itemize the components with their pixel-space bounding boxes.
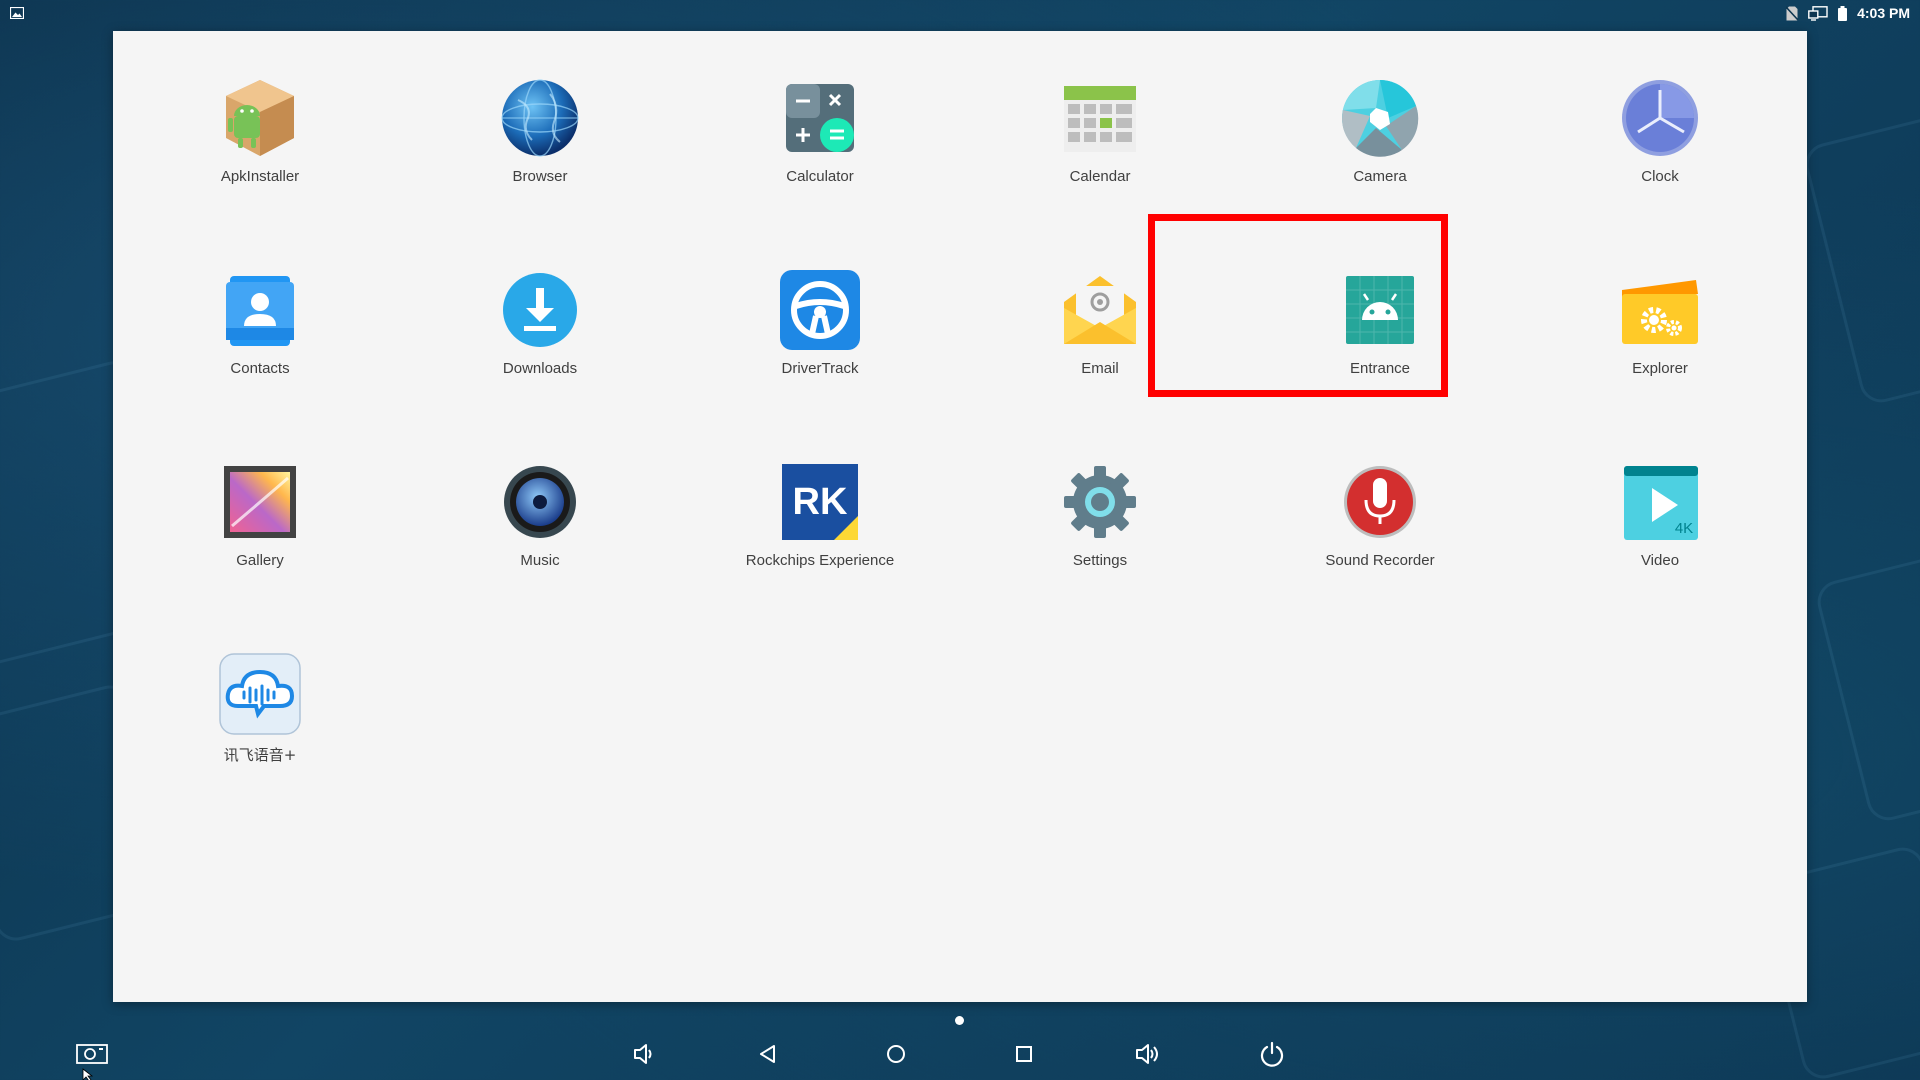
app-browser[interactable]: Browser — [440, 76, 640, 226]
speaker-icon — [498, 460, 582, 544]
app-calculator[interactable]: Calculator — [720, 76, 920, 226]
app-label: Explorer — [1632, 360, 1688, 377]
app-label: Sound Recorder — [1325, 552, 1435, 569]
volume-up-icon — [1134, 1041, 1162, 1072]
home-button[interactable] — [876, 1040, 916, 1072]
app-label: Contacts — [230, 360, 290, 377]
app-label: Calculator — [786, 168, 854, 185]
back-button[interactable] — [748, 1040, 788, 1072]
calculator-icon — [778, 76, 862, 160]
app-label: Clock — [1641, 168, 1679, 185]
app-label: Settings — [1072, 552, 1128, 569]
app-video[interactable]: 4K Video — [1560, 460, 1760, 610]
app-label: DriverTrack — [781, 360, 859, 377]
cast-screen-icon — [1808, 5, 1828, 21]
gear-icon — [1058, 460, 1142, 544]
mouse-cursor — [82, 1068, 94, 1080]
app-entrance[interactable]: Entrance — [1280, 268, 1480, 418]
app-explorer[interactable]: Explorer — [1560, 268, 1760, 418]
rk-logo-icon: RK — [778, 460, 862, 544]
calendar-icon — [1058, 76, 1142, 160]
app-label: Gallery — [236, 552, 284, 569]
volume-down-button[interactable] — [624, 1040, 664, 1072]
app-label: Camera — [1353, 168, 1407, 185]
app-label: Video — [1640, 552, 1680, 569]
home-icon — [884, 1042, 908, 1071]
wallpaper-shape — [1813, 541, 1920, 825]
app-clock[interactable]: Clock — [1560, 76, 1760, 226]
app-music[interactable]: Music — [440, 460, 640, 610]
app-email[interactable]: Email — [1000, 268, 1200, 418]
app-label: Calendar — [1069, 168, 1131, 185]
app-label: Rockchips Experience — [745, 552, 895, 569]
svg-text:RK: RK — [793, 481, 848, 523]
android-icon — [1338, 268, 1422, 352]
app-drawer: ApkInstaller Browser Calculator Calendar… — [113, 31, 1807, 1002]
app-drivertrack[interactable]: DriverTrack — [720, 268, 920, 418]
recents-button[interactable] — [1004, 1040, 1044, 1072]
volume-up-button[interactable] — [1128, 1040, 1168, 1072]
app-label: Email — [1081, 360, 1119, 377]
gallery-icon — [218, 460, 302, 544]
download-icon — [498, 268, 582, 352]
app-label: Browser — [512, 168, 568, 185]
app-downloads[interactable]: Downloads — [440, 268, 640, 418]
volume-down-icon — [631, 1041, 657, 1072]
app-sound-recorder[interactable]: Sound Recorder — [1280, 460, 1480, 610]
power-icon — [1258, 1040, 1286, 1073]
camera-aperture-icon — [1338, 76, 1422, 160]
app-contacts[interactable]: Contacts — [160, 268, 360, 418]
steering-wheel-icon — [778, 268, 862, 352]
no-sim-icon — [1786, 5, 1799, 21]
battery-icon — [1838, 5, 1848, 21]
video-play-icon: 4K — [1618, 460, 1702, 544]
power-button[interactable] — [1252, 1040, 1292, 1072]
status-time: 4:03 PM — [1857, 5, 1910, 21]
contacts-icon — [218, 268, 302, 352]
clock-icon — [1618, 76, 1702, 160]
voice-cloud-icon — [218, 652, 302, 736]
app-label: Music — [520, 552, 560, 569]
app-label: Downloads — [502, 360, 578, 377]
email-icon — [1058, 268, 1142, 352]
app-calendar[interactable]: Calendar — [1000, 76, 1200, 226]
recents-icon — [1012, 1042, 1036, 1071]
app-xunfei-voice[interactable]: 讯飞语音+ — [160, 652, 360, 802]
app-gallery[interactable]: Gallery — [160, 460, 360, 610]
status-bar: 4:03 PM — [0, 0, 1920, 26]
gallery-notification-icon — [10, 7, 24, 19]
apk-installer-icon — [218, 76, 302, 160]
wallpaper-shape — [1800, 99, 1920, 407]
app-label: 讯飞语音+ — [223, 746, 297, 764]
back-icon — [756, 1042, 780, 1071]
app-apkinstaller[interactable]: ApkInstaller — [160, 76, 360, 226]
app-label: Entrance — [1349, 360, 1411, 377]
folder-gear-icon — [1618, 268, 1702, 352]
app-rockchips-experience[interactable]: RK Rockchips Experience — [720, 460, 920, 610]
globe-icon — [498, 76, 582, 160]
microphone-icon — [1338, 460, 1422, 544]
svg-text:4K: 4K — [1675, 520, 1693, 537]
app-camera[interactable]: Camera — [1280, 76, 1480, 226]
app-settings[interactable]: Settings — [1000, 460, 1200, 610]
app-label: ApkInstaller — [220, 168, 300, 185]
page-indicator-dot — [955, 1016, 964, 1025]
screenshot-icon — [75, 1041, 109, 1072]
